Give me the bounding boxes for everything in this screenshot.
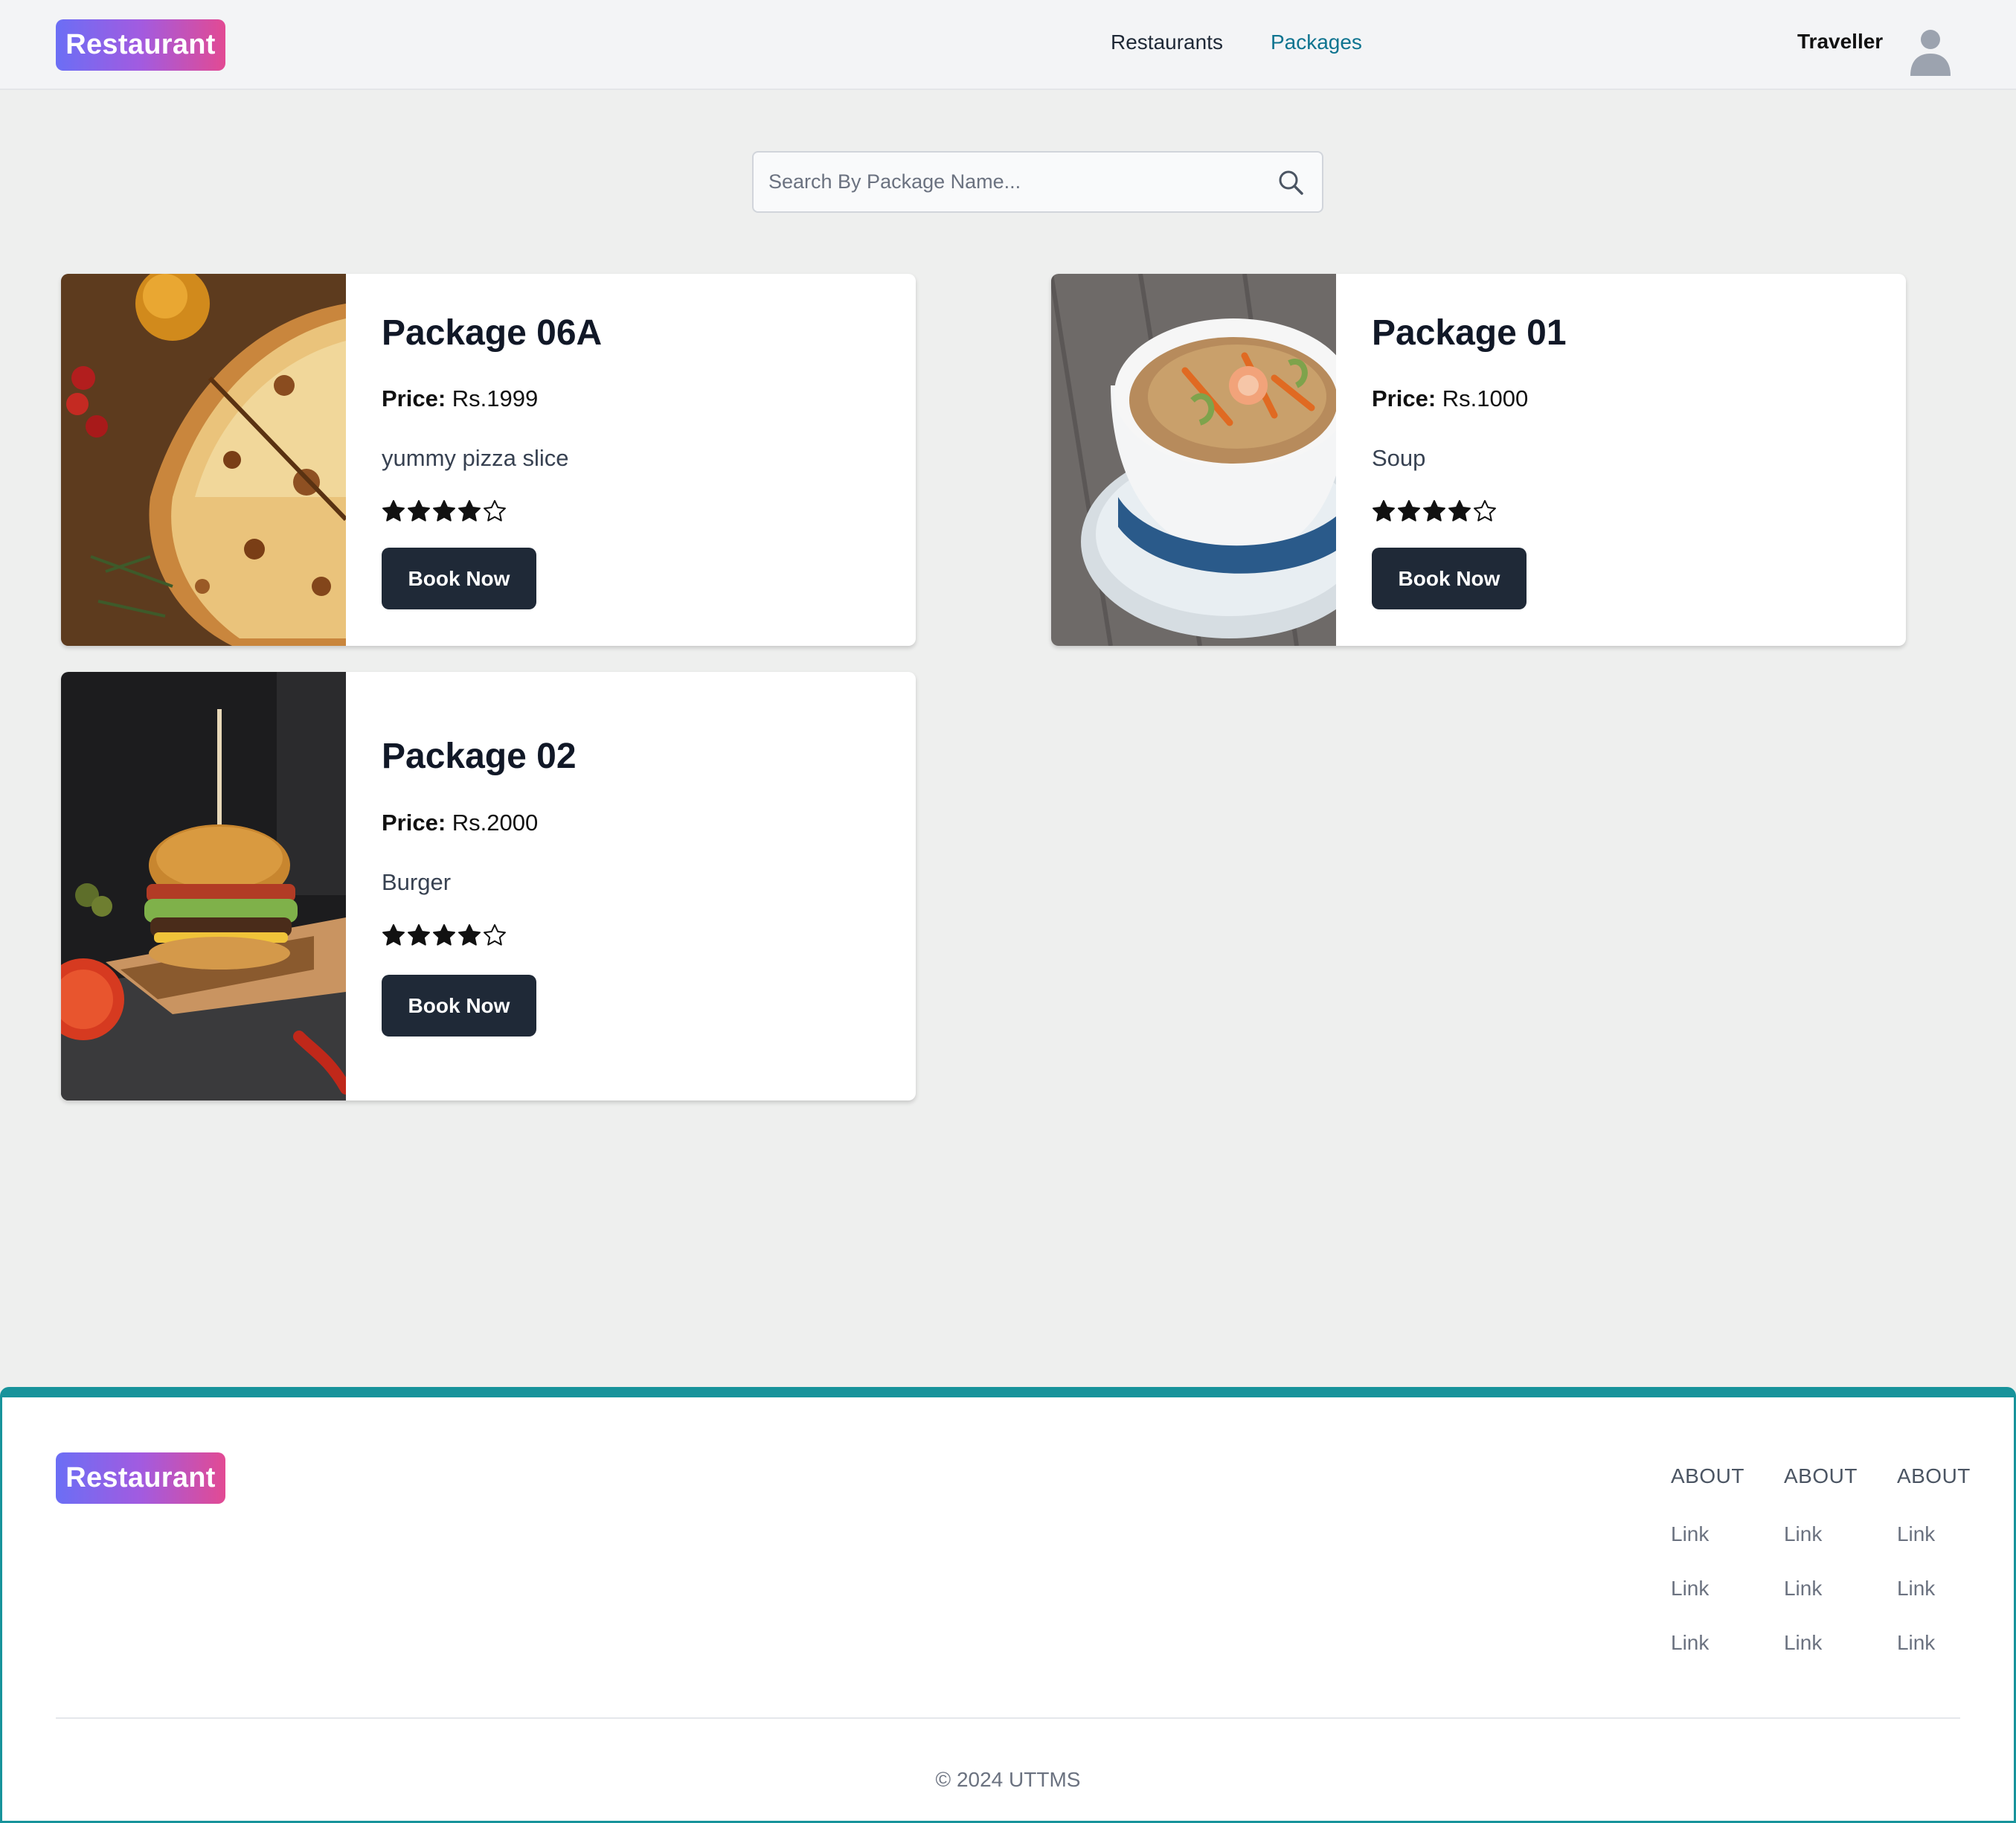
- footer-link[interactable]: Link: [1784, 1522, 1858, 1546]
- search-input[interactable]: [754, 153, 1259, 211]
- star-filled-icon: [1398, 500, 1420, 522]
- footer-column-title: ABOUT: [1783, 1464, 1858, 1487]
- footer-column-title: ABOUT: [1896, 1464, 1971, 1487]
- package-description: Soup: [1372, 445, 1426, 471]
- star-filled-icon: [408, 924, 430, 946]
- search-box: [752, 151, 1323, 213]
- book-now-button[interactable]: Book Now: [382, 548, 536, 609]
- rating-stars: [1372, 499, 1497, 523]
- package-title: Package 06A: [382, 313, 603, 353]
- package-title: Package 02: [382, 737, 577, 776]
- package-price: Price: Rs.2000: [382, 810, 538, 836]
- star-filled-icon: [1448, 500, 1471, 522]
- package-card: Package 06A Price: Rs.1999 yummy pizza s…: [61, 274, 916, 646]
- footer-column: ABOUT Link Link Link: [1671, 1464, 1744, 1685]
- star-filled-icon: [1423, 500, 1445, 522]
- rating-stars: [382, 923, 507, 947]
- nav-link-restaurants[interactable]: Restaurants: [1111, 31, 1223, 54]
- footer-link[interactable]: Link: [1671, 1631, 1744, 1655]
- footer-link[interactable]: Link: [1897, 1631, 1971, 1655]
- star-empty-icon: [1474, 500, 1496, 522]
- footer-link[interactable]: Link: [1784, 1631, 1858, 1655]
- footer-link[interactable]: Link: [1671, 1577, 1744, 1601]
- footer-column: ABOUT Link Link Link: [1784, 1464, 1858, 1685]
- footer-link[interactable]: Link: [1784, 1577, 1858, 1601]
- package-title: Package 01: [1372, 313, 1567, 353]
- footer-link[interactable]: Link: [1671, 1522, 1744, 1546]
- brand-logo[interactable]: Restaurant: [56, 19, 225, 71]
- package-image-pizza: [61, 274, 346, 646]
- price-value: Rs.1999: [452, 385, 539, 411]
- book-now-button[interactable]: Book Now: [382, 975, 536, 1037]
- price-label: Price:: [382, 810, 446, 836]
- page-footer: Restaurant ABOUT Link Link Link ABOUT Li…: [0, 1387, 2016, 1823]
- package-card: Package 01 Price: Rs.1000 Soup Book Now: [1051, 274, 1906, 646]
- book-now-button[interactable]: Book Now: [1372, 548, 1527, 609]
- star-filled-icon: [433, 500, 455, 522]
- footer-brand-logo[interactable]: Restaurant: [56, 1452, 225, 1504]
- footer-columns: ABOUT Link Link Link ABOUT Link Link Lin…: [1671, 1464, 1971, 1685]
- package-price: Price: Rs.1999: [382, 385, 538, 412]
- user-name[interactable]: Traveller: [1797, 30, 1883, 54]
- user-avatar-icon[interactable]: [1908, 28, 1953, 76]
- package-description: Burger: [382, 869, 452, 895]
- search-icon[interactable]: [1277, 169, 1304, 196]
- price-value: Rs.2000: [452, 810, 539, 836]
- top-navbar: Restaurant Restaurants Packages Travelle…: [0, 0, 2016, 90]
- star-filled-icon: [458, 500, 481, 522]
- price-label: Price:: [1372, 385, 1436, 411]
- rating-stars: [382, 499, 507, 523]
- nav-links: Restaurants Packages: [1111, 31, 1362, 54]
- star-filled-icon: [382, 500, 405, 522]
- package-price: Price: Rs.1000: [1372, 385, 1528, 412]
- package-image-burger: [61, 672, 346, 1100]
- package-description: yummy pizza slice: [382, 445, 569, 471]
- footer-column: ABOUT Link Link Link: [1897, 1464, 1971, 1685]
- nav-link-packages[interactable]: Packages: [1271, 31, 1362, 54]
- star-filled-icon: [433, 924, 455, 946]
- footer-column-title: ABOUT: [1671, 1464, 1744, 1487]
- star-filled-icon: [382, 924, 405, 946]
- price-label: Price:: [382, 385, 446, 411]
- star-empty-icon: [484, 924, 506, 946]
- star-filled-icon: [1373, 500, 1395, 522]
- copyright-text: © 2024 UTTMS: [935, 1768, 1081, 1791]
- star-empty-icon: [484, 500, 506, 522]
- package-image-soup: [1051, 274, 1336, 646]
- footer-link[interactable]: Link: [1897, 1522, 1971, 1546]
- price-value: Rs.1000: [1442, 385, 1529, 411]
- star-filled-icon: [458, 924, 481, 946]
- footer-link[interactable]: Link: [1897, 1577, 1971, 1601]
- footer-divider: [56, 1717, 1960, 1719]
- package-card: Package 02 Price: Rs.2000 Burger Book No…: [61, 672, 916, 1100]
- star-filled-icon: [408, 500, 430, 522]
